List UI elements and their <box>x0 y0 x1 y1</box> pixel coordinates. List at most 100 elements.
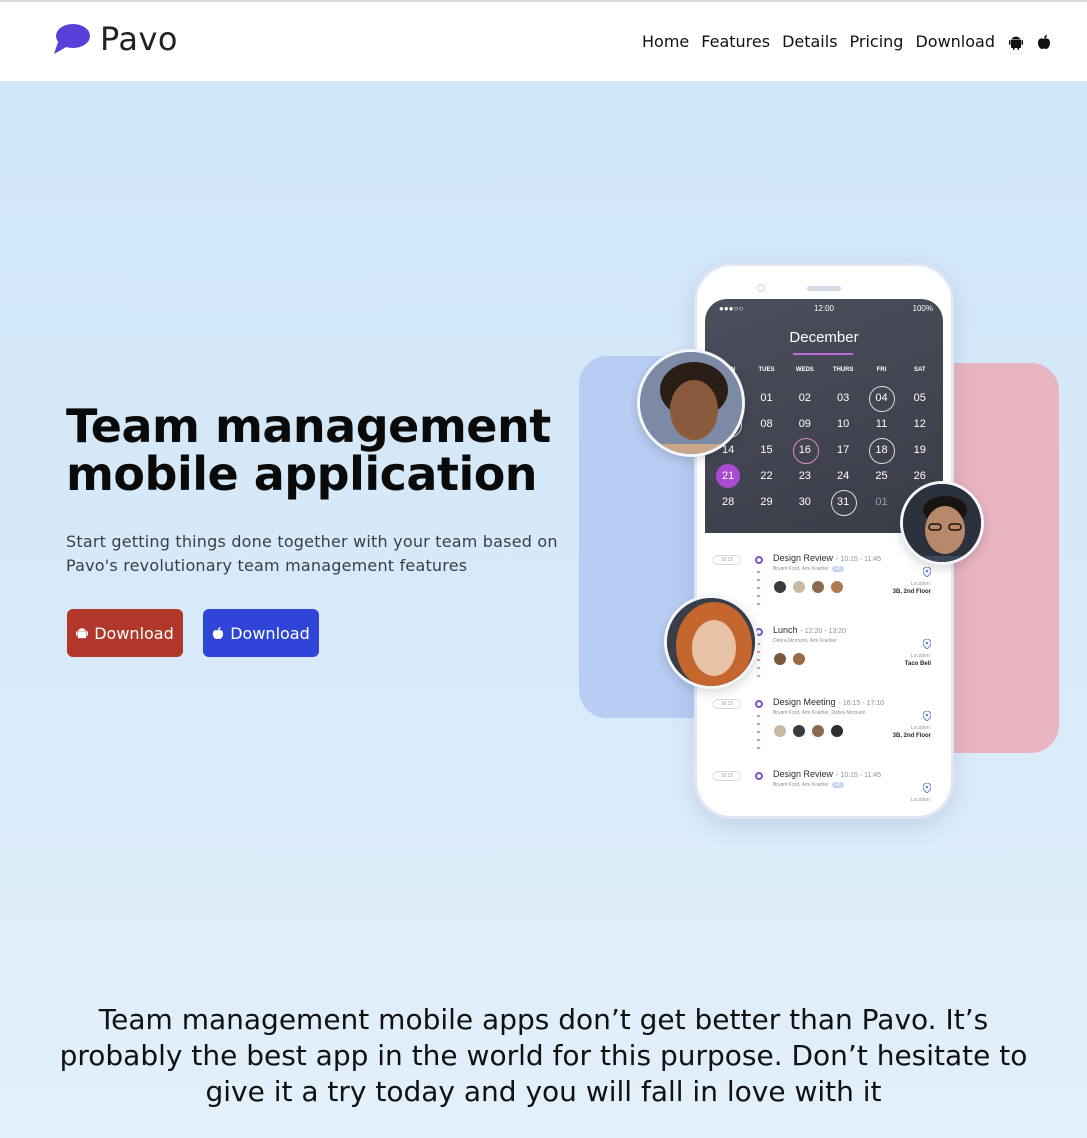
avatar <box>773 580 787 594</box>
event-attendees: Bryant Ford, Ami Koehler +2 <box>773 782 844 788</box>
status-time: 12:00 <box>813 304 835 313</box>
avatar <box>773 652 787 666</box>
calendar-day[interactable]: 25 <box>862 464 900 488</box>
weekday-row: MON TUES WEDS THURS FRI SAT <box>709 367 939 373</box>
event-time-badge: 10:15 <box>713 555 741 565</box>
event-time-badge: 16:15 <box>713 699 741 709</box>
event-title: Design Review - 10:15 - 11:45 <box>773 553 882 563</box>
battery-indicator: 100% <box>912 304 933 313</box>
nav-home[interactable]: Home <box>642 32 689 51</box>
brand-logo[interactable]: Pavo <box>52 20 178 58</box>
profile-photo-woman <box>637 349 745 457</box>
event-location-label: Location: <box>910 725 931 731</box>
calendar-day[interactable]: 24 <box>824 464 862 488</box>
calendar-day[interactable]: 31 <box>824 490 862 516</box>
main-nav: Home Features Details Pricing Download <box>630 32 1051 51</box>
attendee-avatars <box>773 652 811 666</box>
phone-camera <box>757 284 765 292</box>
statement-text: Team management mobile apps don’t get be… <box>59 1003 1028 1108</box>
avatar <box>792 652 806 666</box>
calendar-day[interactable]: 04 <box>862 386 900 412</box>
calendar-day[interactable]: 19 <box>901 438 939 462</box>
calendar-day[interactable]: 12 <box>901 412 939 436</box>
event-dot <box>755 772 763 780</box>
android-download-label: Download <box>94 623 174 643</box>
event-location-label: Location: <box>910 581 931 587</box>
avatar <box>811 724 825 738</box>
nav-pricing[interactable]: Pricing <box>850 32 904 51</box>
avatar <box>811 580 825 594</box>
avatar <box>830 580 844 594</box>
phone-speaker <box>807 286 841 291</box>
calendar-day[interactable]: 09 <box>786 412 824 436</box>
event-location-label: Location: <box>910 653 931 659</box>
event-title: Design Meeting - 16:15 - 17:10 <box>773 697 885 707</box>
attendee-avatars <box>773 724 849 738</box>
event-location: 3B, 2nd Floor <box>892 733 931 739</box>
calendar-day[interactable]: 23 <box>786 464 824 488</box>
apple-icon <box>213 627 224 639</box>
calendar-day[interactable]: 29 <box>747 490 785 514</box>
month-underline <box>793 353 853 355</box>
calendar-day[interactable]: 03 <box>824 386 862 410</box>
top-navbar: Pavo Home Features Details Pricing Downl… <box>0 0 1087 81</box>
calendar-day[interactable]: 10 <box>824 412 862 436</box>
nav-details[interactable]: Details <box>782 32 837 51</box>
location-pin-icon <box>923 639 931 649</box>
android-icon[interactable] <box>1009 34 1023 50</box>
calendar-day-selected[interactable]: 21 <box>709 464 747 488</box>
brand-name: Pavo <box>100 20 178 58</box>
weekday-label: TUES <box>758 367 775 373</box>
location-pin-icon <box>923 567 931 577</box>
calendar-day[interactable]: 01 <box>747 386 785 410</box>
avatar <box>773 724 787 738</box>
event-location: Taco Bell <box>904 661 931 667</box>
calendar-day[interactable]: 28 <box>709 490 747 514</box>
calendar-day[interactable]: 08 <box>747 412 785 436</box>
location-pin-icon <box>923 783 931 793</box>
event-item[interactable]: 10:15 Design Review - 10:15 - 11:45 Bryan… <box>705 757 943 816</box>
calendar-month: December <box>789 329 859 346</box>
profile-photo-redhead <box>664 595 758 689</box>
calendar-day[interactable]: 05 <box>901 386 939 410</box>
event-attendees: Bryant Ford, Ami Koehler, Debra Mcmunn <box>773 710 866 716</box>
event-item[interactable]: 16:15 Design Meeting - 16:15 - 17:10 Brya… <box>705 685 943 755</box>
calendar-day[interactable]: 22 <box>747 464 785 488</box>
event-location-label: Location: <box>910 797 931 803</box>
avatar <box>792 580 806 594</box>
location-pin-icon <box>923 711 931 721</box>
calendar-week: 21 22 23 24 25 26 <box>709 464 939 488</box>
event-title: Lunch - 12:20 - 13:20 <box>773 625 847 635</box>
event-time-badge: 10:15 <box>713 771 741 781</box>
weekday-label: SAT <box>914 367 926 373</box>
event-item[interactable]: 10:15 Design Review - 10:15 - 11:45 Bryan… <box>705 541 943 611</box>
avatar <box>830 724 844 738</box>
weekday-label: WEDS <box>795 367 814 373</box>
apple-icon[interactable] <box>1037 34 1051 50</box>
calendar-day[interactable]: 02 <box>786 386 824 410</box>
avatar <box>792 724 806 738</box>
ios-download-button[interactable]: Download <box>203 609 319 657</box>
calendar-day[interactable]: 16 <box>786 438 824 464</box>
event-dot <box>755 700 763 708</box>
calendar-day[interactable]: 15 <box>747 438 785 462</box>
event-timeline <box>757 571 760 605</box>
android-icon <box>76 628 89 639</box>
event-timeline <box>757 715 760 749</box>
hero-subtitle: Start getting things done together with … <box>66 532 558 575</box>
nav-features[interactable]: Features <box>701 32 770 51</box>
calendar-day[interactable]: 30 <box>786 490 824 514</box>
profile-photo-man <box>900 481 984 565</box>
ios-download-label: Download <box>230 623 310 643</box>
weekday-label: THURS <box>832 367 854 373</box>
calendar-day[interactable]: 01 <box>862 490 900 514</box>
calendar-week: 14 15 16 17 18 19 <box>709 438 939 464</box>
android-download-button[interactable]: Download <box>67 609 183 657</box>
calendar-day[interactable]: 18 <box>862 438 900 464</box>
calendar-day[interactable]: 17 <box>824 438 862 462</box>
nav-download[interactable]: Download <box>915 32 995 51</box>
speech-bubble-icon <box>54 24 90 54</box>
event-location: 3B, 2nd Floor <box>892 589 931 595</box>
event-title: Design Review - 10:15 - 11:45 <box>773 769 882 779</box>
calendar-day[interactable]: 11 <box>862 412 900 436</box>
